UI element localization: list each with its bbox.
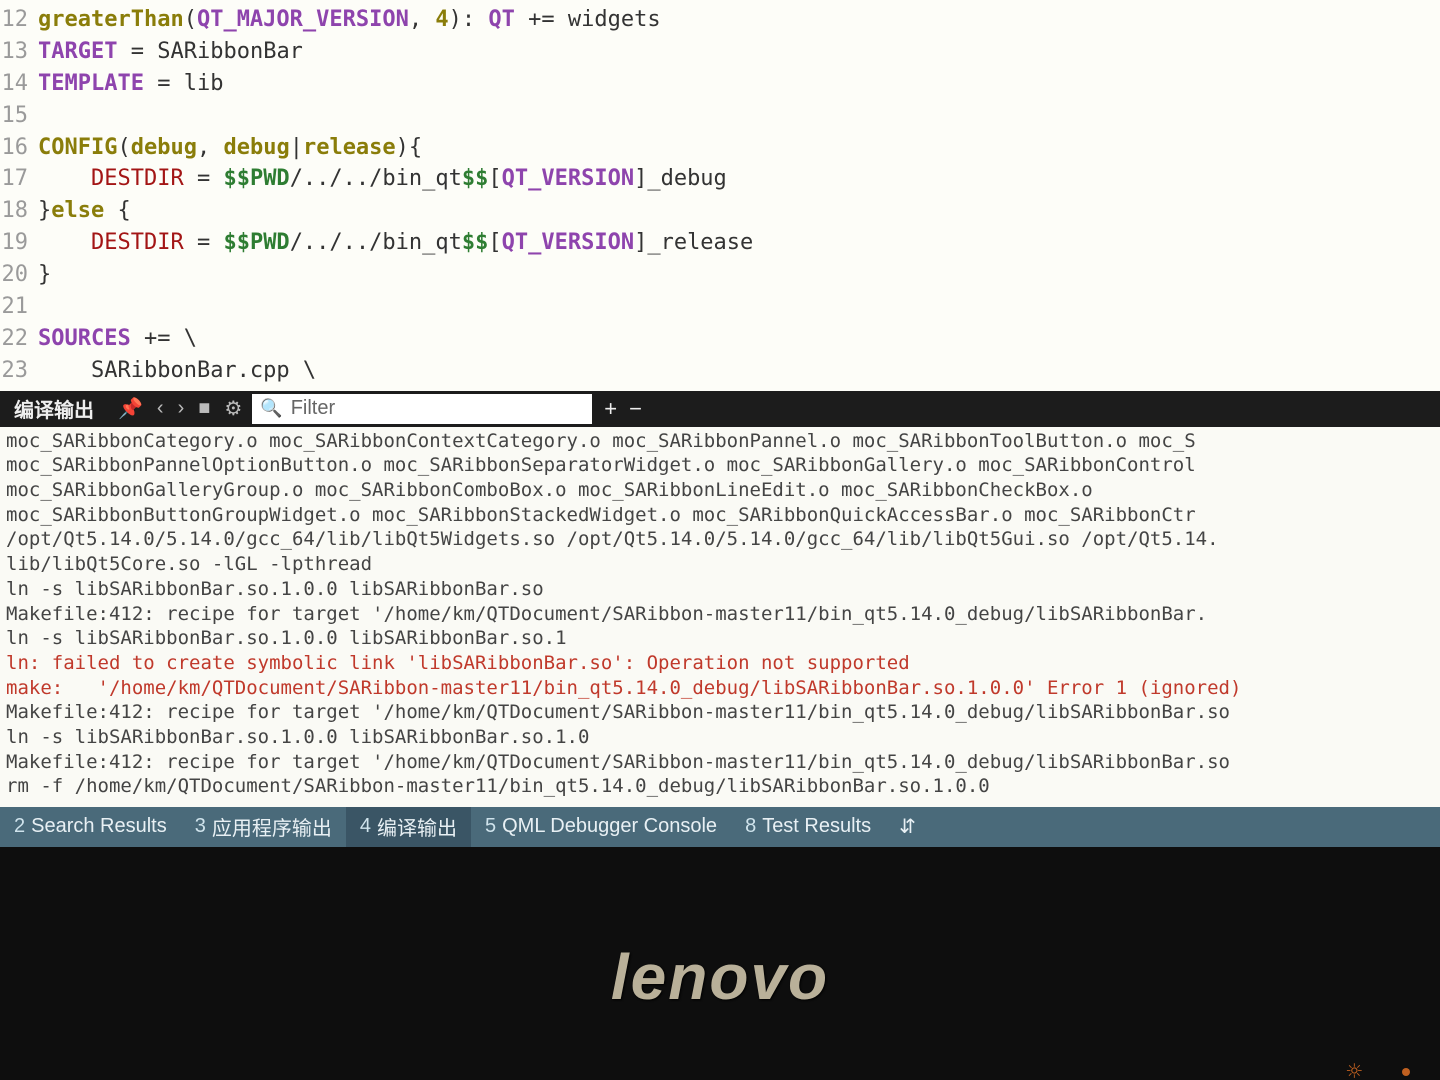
bottom-tab-应用程序输出[interactable]: 3 应用程序输出 [181, 807, 346, 847]
bottom-tab-qml-debugger-console[interactable]: 5 QML Debugger Console [471, 807, 731, 847]
filter-placeholder: Filter [291, 397, 335, 420]
tab-number: 3 [195, 815, 206, 838]
tab-label: Test Results [762, 815, 871, 838]
line-number: 13 [0, 36, 38, 68]
code-line[interactable]: 20} [0, 259, 1440, 291]
bottom-tab-编译输出[interactable]: 4 编译输出 [346, 807, 471, 847]
output-line: lib/libQt5Core.so -lGL -lpthread [6, 552, 1434, 577]
prev-icon[interactable]: ‹ [157, 397, 164, 420]
output-panel-header: 编译输出 📌 ‹ › ■ ⚙ 🔍 Filter + − [0, 391, 1440, 427]
output-header-icons: 📌 ‹ › ■ ⚙ [108, 396, 252, 421]
tab-label: QML Debugger Console [502, 815, 717, 838]
code-editor[interactable]: 12greaterThan(QT_MAJOR_VERSION, 4): QT +… [0, 0, 1440, 391]
code-content[interactable]: CONFIG(debug, debug|release){ [38, 132, 1440, 164]
code-content[interactable]: TEMPLATE = lib [38, 68, 1440, 100]
bottom-tab-search-results[interactable]: 2 Search Results [0, 807, 181, 847]
line-number: 15 [0, 100, 38, 132]
tab-number: 2 [14, 815, 25, 838]
pin-icon[interactable]: 📌 [118, 396, 143, 421]
code-line[interactable]: 18}else { [0, 195, 1440, 227]
monitor-indicator-icons: ☼ [1346, 1057, 1410, 1080]
code-content[interactable]: TARGET = SARibbonBar [38, 36, 1440, 68]
output-line: ln -s libSARibbonBar.so.1.0.0 libSARibbo… [6, 725, 1434, 750]
next-icon[interactable]: › [178, 397, 185, 420]
code-content[interactable]: greaterThan(QT_MAJOR_VERSION, 4): QT += … [38, 4, 1440, 36]
output-line: moc_SARibbonGalleryGroup.o moc_SARibbonC… [6, 478, 1434, 503]
code-line[interactable]: 23 SARibbonBar.cpp \ [0, 355, 1440, 387]
tab-label: 应用程序输出 [212, 812, 332, 841]
output-line: make: '/home/km/QTDocument/SARibbon-mast… [6, 676, 1434, 701]
output-line: ln -s libSARibbonBar.so.1.0.0 libSARibbo… [6, 577, 1434, 602]
lenovo-logo: lenovo [611, 940, 829, 1014]
tab-switcher-icon[interactable]: ⇵ [885, 807, 930, 847]
line-number: 23 [0, 355, 38, 387]
zoom-in-button[interactable]: + [604, 396, 617, 422]
code-line[interactable]: 16CONFIG(debug, debug|release){ [0, 132, 1440, 164]
code-line[interactable]: 19 DESTDIR = $$PWD/../../bin_qt$$[QT_VER… [0, 227, 1440, 259]
tab-number: 4 [360, 815, 371, 838]
tab-label: 编译输出 [377, 812, 457, 841]
tab-number: 8 [745, 815, 756, 838]
bottom-tab-test-results[interactable]: 8 Test Results [731, 807, 885, 847]
zoom-out-button[interactable]: − [629, 396, 642, 422]
output-line: /opt/Qt5.14.0/5.14.0/gcc_64/lib/libQt5Wi… [6, 527, 1434, 552]
output-line: Makefile:412: recipe for target '/home/k… [6, 602, 1434, 627]
output-line: ln -s libSARibbonBar.so.1.0.0 libSARibbo… [6, 626, 1434, 651]
output-line: Makefile:412: recipe for target '/home/k… [6, 700, 1434, 725]
code-line[interactable]: 22SOURCES += \ [0, 323, 1440, 355]
brightness-icon: ☼ [1346, 1057, 1362, 1080]
line-number: 14 [0, 68, 38, 100]
line-number: 20 [0, 259, 38, 291]
line-number: 12 [0, 4, 38, 36]
output-panel-title: 编译输出 [0, 394, 108, 423]
code-content[interactable]: SOURCES += \ [38, 323, 1440, 355]
line-number: 19 [0, 227, 38, 259]
output-line: Makefile:412: recipe for target '/home/k… [6, 750, 1434, 775]
search-icon: 🔍 [260, 398, 282, 419]
stop-icon[interactable]: ■ [198, 397, 210, 420]
filter-input[interactable]: 🔍 Filter [252, 394, 592, 424]
compile-output[interactable]: moc_SARibbonCategory.o moc_SARibbonConte… [0, 427, 1440, 807]
code-content[interactable]: } [38, 259, 1440, 291]
code-line[interactable]: 12greaterThan(QT_MAJOR_VERSION, 4): QT +… [0, 4, 1440, 36]
code-content[interactable] [38, 291, 1440, 323]
monitor-bezel: lenovo ☼ [0, 847, 1440, 1080]
power-led-icon [1402, 1068, 1410, 1076]
gear-icon[interactable]: ⚙ [224, 396, 242, 421]
zoom-controls: + − [592, 396, 654, 422]
line-number: 22 [0, 323, 38, 355]
output-line: rm -f /home/km/QTDocument/SARibbon-maste… [6, 774, 1434, 799]
line-number: 17 [0, 163, 38, 195]
code-line[interactable]: 21 [0, 291, 1440, 323]
output-line: ln: failed to create symbolic link 'libS… [6, 651, 1434, 676]
tab-number: 5 [485, 815, 496, 838]
line-number: 21 [0, 291, 38, 323]
code-line[interactable]: 15 [0, 100, 1440, 132]
output-line: moc_SARibbonCategory.o moc_SARibbonConte… [6, 429, 1434, 454]
code-content[interactable]: DESTDIR = $$PWD/../../bin_qt$$[QT_VERSIO… [38, 227, 1440, 259]
code-content[interactable]: SARibbonBar.cpp \ [38, 355, 1440, 387]
output-line: moc_SARibbonButtonGroupWidget.o moc_SARi… [6, 503, 1434, 528]
bottom-tab-bar: 2 Search Results 3 应用程序输出 4 编译输出 5 QML Debugger… [0, 807, 1440, 847]
code-content[interactable]: }else { [38, 195, 1440, 227]
code-line[interactable]: 13TARGET = SARibbonBar [0, 36, 1440, 68]
code-content[interactable]: DESTDIR = $$PWD/../../bin_qt$$[QT_VERSIO… [38, 163, 1440, 195]
code-content[interactable] [38, 100, 1440, 132]
line-number: 16 [0, 132, 38, 164]
code-line[interactable]: 14TEMPLATE = lib [0, 68, 1440, 100]
tab-label: Search Results [31, 815, 167, 838]
code-line[interactable]: 17 DESTDIR = $$PWD/../../bin_qt$$[QT_VER… [0, 163, 1440, 195]
output-line: moc_SARibbonPannelOptionButton.o moc_SAR… [6, 453, 1434, 478]
line-number: 18 [0, 195, 38, 227]
